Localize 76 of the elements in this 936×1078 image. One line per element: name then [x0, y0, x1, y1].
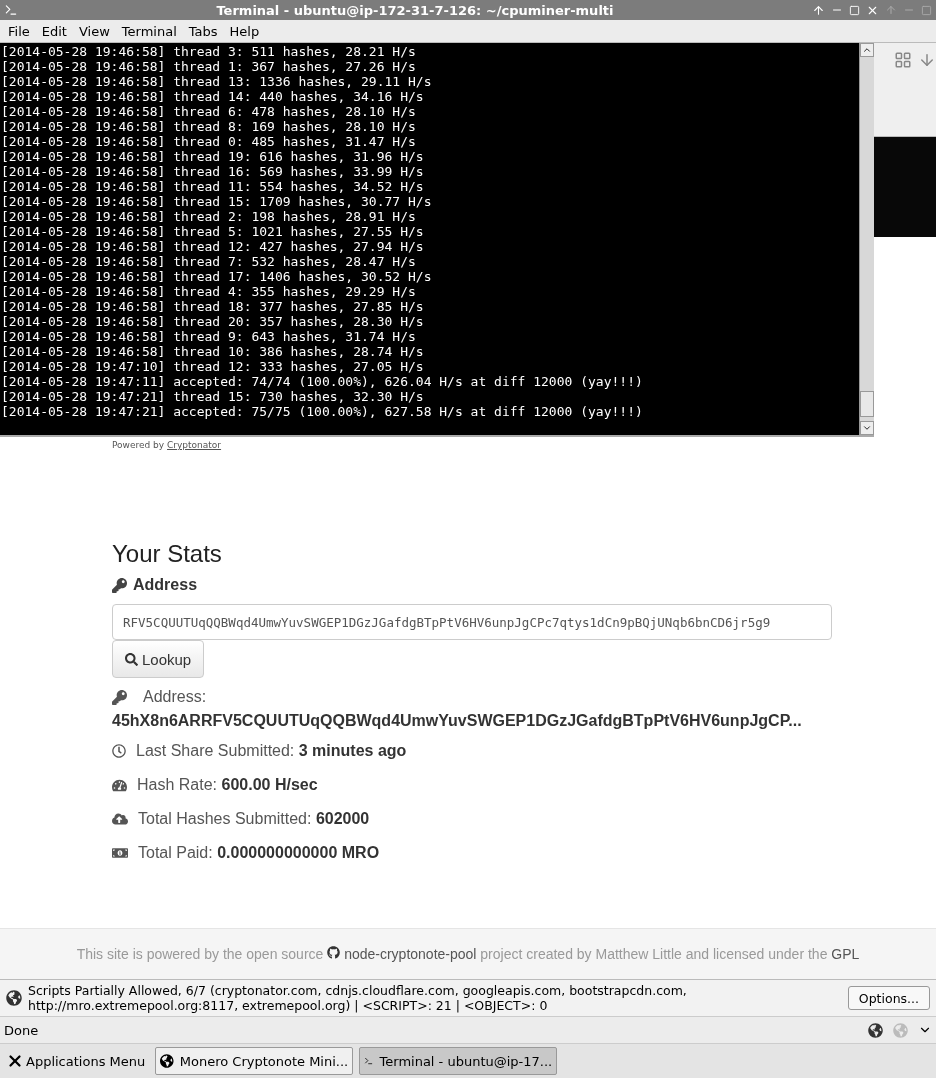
- scroll-down-icon[interactable]: [862, 423, 872, 433]
- arrow-up-icon[interactable]: [812, 3, 825, 17]
- repository-link[interactable]: node-cryptonote-pool: [344, 946, 477, 962]
- github-icon: [327, 946, 341, 959]
- terminal-line: [2014-05-28 19:46:58] thread 13: 1336 hashes, 29.11 H/s: [1, 74, 433, 89]
- terminal-line: [2014-05-28 19:46:58] thread 9: 643 hashes, 31.74 H/s: [1, 329, 417, 344]
- menu-item[interactable]: View: [72, 23, 116, 39]
- terminal-line: [2014-05-28 19:46:58] thread 7: 532 hashes, 28.47 H/s: [1, 254, 417, 269]
- terminal-line: [2014-05-28 19:46:58] thread 2: 198 hashes, 28.91 H/s: [1, 209, 417, 224]
- cloud-upload-icon: [112, 811, 128, 827]
- terminal-line: [2014-05-28 19:46:58] thread 0: 485 hashes, 31.47 H/s: [1, 134, 417, 149]
- clock-icon: [112, 744, 126, 758]
- globe-icon: [160, 1054, 174, 1068]
- stat-text: Last Share Submitted: 3 minutes ago: [136, 742, 407, 760]
- menu-item[interactable]: Edit: [35, 23, 73, 39]
- menu-item[interactable]: Terminal: [115, 23, 183, 39]
- terminal-line: [2014-05-28 19:46:58] thread 4: 355 hashes, 29.29 H/s: [1, 284, 417, 299]
- terminal-line: [2014-05-28 19:46:58] thread 3: 511 hashes, 28.21 H/s: [1, 44, 417, 59]
- lookup-button[interactable]: Lookup: [112, 640, 205, 678]
- gauge-icon: [112, 777, 127, 793]
- maximize-icon: [921, 4, 932, 16]
- terminal-line: [2014-05-28 19:46:58] thread 6: 478 hashes, 28.10 H/s: [1, 104, 417, 119]
- terminal-line: [2014-05-28 19:47:10] thread 12: 333 hashes, 27.05 H/s: [1, 359, 425, 374]
- scroll-up-icon[interactable]: [862, 45, 872, 55]
- scrollbar[interactable]: [859, 43, 874, 435]
- grid-icon[interactable]: [894, 51, 912, 69]
- menu-item[interactable]: File: [2, 23, 36, 39]
- terminal-line: [2014-05-28 19:46:58] thread 14: 440 hashes, 34.16 H/s: [1, 89, 425, 104]
- stat-text: Hash Rate: 600.00 H/sec: [137, 776, 318, 794]
- menu-item[interactable]: Help: [223, 23, 266, 39]
- banknote-icon: [112, 845, 128, 861]
- terminal-line: [2014-05-28 19:46:58] thread 20: 357 hashes, 28.30 H/s: [1, 314, 425, 329]
- taskbar-task[interactable]: Terminal - ubuntu@ip-17...: [359, 1047, 558, 1075]
- scroll-thumb[interactable]: [860, 391, 874, 417]
- address-label: Address: [133, 576, 198, 594]
- terminal-line: [2014-05-28 19:47:21] accepted: 75/75 (100.00%), 627.58 H/s at diff 12000 (yay!!!): [1, 404, 644, 419]
- powered-by-text: Powered by Cryptonator: [112, 440, 223, 450]
- terminal-line: [2014-05-28 19:46:58] thread 19: 616 hashes, 31.96 H/s: [1, 149, 425, 164]
- terminal-line: [2014-05-28 19:46:58] thread 15: 1709 hashes, 30.77 H/s: [1, 194, 433, 209]
- stats-heading: Your Stats: [112, 540, 223, 568]
- terminal-icon: [4, 3, 18, 17]
- options-button[interactable]: Options...: [847, 986, 930, 1010]
- terminal-line: [2014-05-28 19:46:58] thread 18: 377 hashes, 27.85 H/s: [1, 299, 425, 314]
- terminal-line: [2014-05-28 19:46:58] thread 17: 1406 hashes, 30.52 H/s: [1, 269, 433, 284]
- terminal-line: [2014-05-28 19:47:11] accepted: 74/74 (100.00%), 626.04 H/s at diff 12000 (yay!!!): [1, 374, 644, 389]
- terminal-line: [2014-05-28 19:46:58] thread 1: 367 hashes, 27.26 H/s: [1, 59, 417, 74]
- applications-menu-button[interactable]: Applications Menu: [2, 1052, 150, 1070]
- arrow-down-icon[interactable]: [918, 51, 936, 69]
- globe-icon: [6, 990, 22, 1006]
- taskbar-task[interactable]: Monero Cryptonote Mini...: [155, 1047, 354, 1075]
- search-icon: [125, 652, 138, 666]
- stat-text: Total Hashes Submitted: 602000: [138, 810, 370, 828]
- stat-text: Total Paid: 0.000000000000 MRO: [138, 844, 380, 862]
- address-value: 45hX8n6ARRFV5CQUUTUqQQBWqd4UmwYuvSWGEP1DGzJGafdgBTpPtV6HV6unpJgCP...: [112, 712, 803, 730]
- arrow-up-icon: [885, 4, 897, 16]
- license-link[interactable]: GPL: [831, 946, 860, 962]
- terminal-line: [2014-05-28 19:47:21] thread 15: 730 hashes, 32.30 H/s: [1, 389, 425, 404]
- window-title: Terminal - ubuntu@ip-172-31-7-126: ~/cpuminer-multi: [215, 2, 615, 18]
- terminal-line: [2014-05-28 19:46:58] thread 5: 1021 hashes, 27.55 H/s: [1, 224, 425, 239]
- terminal-line: [2014-05-28 19:46:58] thread 12: 427 hashes, 27.94 H/s: [1, 239, 425, 254]
- cryptonator-link[interactable]: Cryptonator: [167, 440, 222, 450]
- globe-icon[interactable]: [868, 1022, 883, 1038]
- cross-icon: [6, 1052, 24, 1070]
- key-icon: [112, 689, 127, 705]
- stat-label: Address:: [143, 688, 207, 706]
- terminal-line: [2014-05-28 19:46:58] thread 16: 569 hashes, 33.99 H/s: [1, 164, 425, 179]
- maximize-icon[interactable]: [849, 4, 860, 16]
- terminal-line: [2014-05-28 19:46:58] thread 10: 386 hashes, 28.74 H/s: [1, 344, 425, 359]
- status-text: Done: [4, 1022, 40, 1038]
- terminal-line: [2014-05-28 19:46:58] thread 11: 554 hashes, 34.52 H/s: [1, 179, 425, 194]
- address-input[interactable]: RFV5CQUUTUqQQBWqd4UmwYuvSWGEP1DGzJGafdgBTpPtV6HV6unpJgCPc7qtys1dCn9pBQjUNqb6bnCD6jr5g9: [112, 604, 832, 640]
- notification-text: Scripts Partially Allowed, 6/7 (cryptonator.com, cdnjs.cloudflare.com, googleapis.com, bootstrapcdn.com, http://mro.extremepool.org:8117, extremepool.org) | <SCRIPT>: 21 | <OBJECT>: 0: [28, 983, 688, 1013]
- terminal-line: [2014-05-28 19:46:58] thread 8: 169 hashes, 28.10 H/s: [1, 119, 417, 134]
- footer-text: This site is powered by the open source node-cryptonote-pool project created by Matthew Little and licensed under the GPL: [76, 946, 860, 962]
- menu-item[interactable]: Tabs: [182, 23, 224, 39]
- key-icon: [112, 577, 127, 593]
